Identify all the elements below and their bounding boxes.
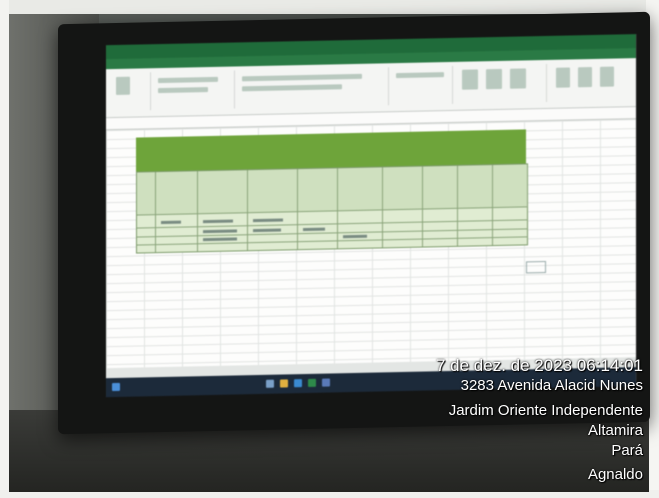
taskbar-app-icon bbox=[322, 378, 330, 387]
table-col-divider bbox=[297, 169, 298, 250]
insert-cells-icon bbox=[556, 67, 570, 88]
table-cell-content bbox=[203, 219, 233, 224]
table-row-divider bbox=[137, 219, 527, 229]
ribbon-group-font bbox=[154, 70, 235, 111]
ribbon-group-cells bbox=[550, 62, 630, 102]
spreadsheet-small-box bbox=[526, 260, 546, 274]
table-cell-content bbox=[203, 237, 237, 242]
spreadsheet-grid bbox=[106, 119, 636, 369]
photo-stamp-state: Pará bbox=[611, 442, 643, 459]
photo-frame-left bbox=[0, 0, 9, 498]
conditional-format-icon bbox=[462, 69, 478, 90]
table-col-divider bbox=[247, 170, 248, 251]
format-cells-icon bbox=[600, 66, 614, 87]
folder-icon bbox=[280, 379, 288, 388]
alignment-controls bbox=[242, 73, 362, 82]
font-style-controls bbox=[158, 87, 208, 94]
table-col-divider bbox=[337, 168, 338, 249]
photo-stamp-city: Altamira bbox=[587, 422, 643, 439]
spreadsheet-table bbox=[136, 163, 528, 254]
table-cell-content bbox=[303, 227, 325, 232]
table-row-divider bbox=[137, 228, 527, 238]
excel-icon bbox=[308, 378, 316, 387]
table-cell-content bbox=[253, 228, 281, 233]
photo-stamp-district: Jardim Oriente Independente bbox=[448, 402, 643, 419]
format-table-icon bbox=[486, 68, 502, 90]
browser-icon bbox=[294, 379, 302, 388]
font-controls bbox=[158, 76, 218, 84]
table-row-divider bbox=[137, 236, 527, 246]
table-cell-content bbox=[343, 234, 367, 239]
number-format-control bbox=[396, 72, 444, 79]
photo-frame-top bbox=[0, 0, 659, 14]
table-col-divider bbox=[155, 172, 156, 253]
table-col-divider bbox=[492, 165, 493, 246]
taskbar-app-icon bbox=[266, 379, 274, 388]
photo-stamp-street: 3283 Avenida Alacid Nunes bbox=[460, 377, 643, 394]
start-icon bbox=[112, 382, 120, 392]
paste-icon bbox=[116, 76, 130, 95]
table-header bbox=[137, 164, 527, 216]
table-col-divider bbox=[197, 171, 198, 252]
table-cell-content bbox=[203, 229, 237, 234]
ribbon-group-clipboard bbox=[110, 72, 151, 112]
table-col-divider bbox=[422, 166, 423, 247]
monitor-screen bbox=[106, 34, 636, 398]
wrap-merge-controls bbox=[242, 84, 342, 92]
photo-stamp-user: Agnaldo bbox=[587, 466, 643, 483]
table-col-divider bbox=[457, 165, 458, 246]
photo-stamp-datetime: 7 de dez. de 2023 06:14:01 bbox=[435, 356, 643, 375]
delete-cells-icon bbox=[578, 67, 592, 88]
photo: 7 de dez. de 2023 06:14:01 3283 Avenida … bbox=[0, 0, 659, 498]
ribbon-group-alignment bbox=[238, 67, 389, 109]
table-cell-content bbox=[253, 218, 283, 223]
table-col-divider bbox=[382, 167, 383, 248]
cell-styles-icon bbox=[510, 68, 526, 89]
table-cell-content bbox=[161, 220, 181, 225]
ribbon-group-styles bbox=[456, 63, 547, 104]
ribbon-group-number bbox=[392, 65, 453, 106]
